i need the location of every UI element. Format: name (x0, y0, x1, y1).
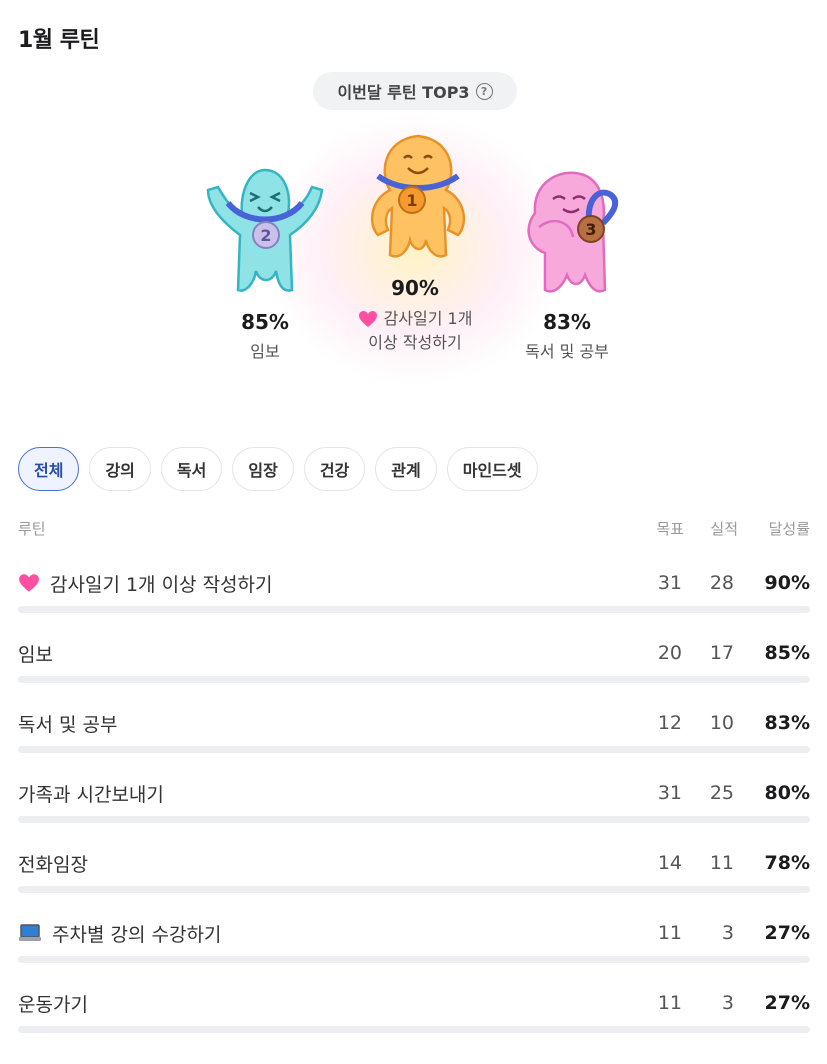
row-divider (18, 606, 810, 613)
routine-goal: 14 (657, 852, 682, 874)
routine-rate: 80% (764, 782, 810, 804)
routine-goal: 31 (657, 572, 682, 594)
second-place-mascot: 2 (206, 168, 324, 292)
routine-goal: 11 (657, 992, 682, 1014)
tab-relationship[interactable]: 관계 (375, 447, 437, 491)
routine-actual: 25 (709, 782, 734, 804)
routine-name-text: 가족과 시간보내기 (18, 783, 164, 806)
routine-actual: 28 (709, 572, 734, 594)
routine-rate: 27% (764, 922, 810, 944)
header-routine: 루틴 (18, 520, 46, 538)
routine-name: 임보 (18, 638, 53, 668)
row-divider (18, 816, 810, 823)
routine-name: 전화임장 (18, 848, 88, 878)
routine-goal: 12 (657, 712, 682, 734)
heart-icon (358, 311, 377, 327)
routine-goal: 20 (657, 642, 682, 664)
first-place-name-line2: 이상 작성하기 (368, 333, 462, 352)
table-row[interactable]: 감사일기 1개 이상 작성하기 31 28 90% (18, 568, 810, 628)
tab-all[interactable]: 전체 (18, 447, 80, 491)
table-row[interactable]: 운동가기 11 3 27% (18, 988, 810, 1048)
tab-mindset[interactable]: 마인드셋 (446, 447, 538, 491)
third-rank-badge: 3 (585, 220, 596, 239)
top3-label: 이번달 루틴 TOP3 (337, 83, 470, 102)
routine-name-text: 주차별 강의 수강하기 (52, 923, 222, 946)
tab-site-visit[interactable]: 임장 (232, 447, 294, 491)
table-row[interactable]: 독서 및 공부 12 10 83% (18, 708, 810, 768)
table-row[interactable]: 임보 20 17 85% (18, 638, 810, 698)
table-row[interactable]: 전화임장 14 11 78% (18, 848, 810, 908)
category-tabs: 전체 강의 독서 임장 건강 관계 마인드셋 (18, 447, 538, 491)
table-row[interactable]: 가족과 시간보내기 31 25 80% (18, 778, 810, 838)
tab-health[interactable]: 건강 (303, 447, 366, 491)
header-goal: 목표 (656, 520, 684, 538)
routine-goal: 11 (657, 922, 682, 944)
routine-actual: 10 (709, 712, 734, 734)
routine-name: 독서 및 공부 (18, 708, 117, 738)
header-actual: 실적 (710, 520, 738, 538)
tab-reading[interactable]: 독서 (160, 447, 223, 491)
first-place-mascot: 1 (370, 134, 466, 258)
heart-icon (18, 573, 40, 593)
third-place-percent: 83% (543, 310, 591, 334)
row-divider (18, 676, 810, 683)
second-place-name: 임보 (250, 342, 280, 361)
routine-actual: 3 (721, 922, 734, 944)
second-place-percent: 85% (241, 310, 289, 334)
routine-name: 주차별 강의 수강하기 (18, 918, 221, 948)
routine-rate: 90% (764, 572, 810, 594)
routine-actual: 11 (709, 852, 734, 874)
routine-rate: 85% (764, 642, 810, 664)
first-place-percent: 90% (391, 276, 439, 300)
row-divider (18, 1026, 810, 1033)
routine-name-text: 전화임장 (18, 853, 88, 876)
first-place-name-line1: 감사일기 1개 (383, 309, 473, 328)
help-icon[interactable]: ? (475, 82, 493, 100)
third-place-mascot: 3 (527, 171, 619, 293)
table-row[interactable]: 주차별 강의 수강하기 11 3 27% (18, 918, 810, 978)
tab-lecture[interactable]: 강의 (89, 447, 151, 491)
routine-name-text: 운동가기 (18, 993, 88, 1016)
routine-name: 감사일기 1개 이상 작성하기 (18, 568, 273, 598)
page-title: 1월 루틴 (18, 28, 100, 53)
routine-name-text: 감사일기 1개 이상 작성하기 (50, 573, 273, 596)
row-divider (18, 956, 810, 963)
routine-goal: 31 (657, 782, 682, 804)
table-header: 루틴 목표 실적 달성률 (18, 518, 810, 542)
routine-actual: 17 (709, 642, 734, 664)
top3-pill[interactable]: 이번달 루틴 TOP3 ? (313, 72, 517, 110)
routine-name-text: 독서 및 공부 (18, 713, 118, 736)
header-rate: 달성률 (768, 520, 810, 538)
routine-name: 운동가기 (18, 988, 88, 1018)
first-place-name: 감사일기 1개 이상 작성하기 (330, 307, 500, 355)
row-divider (18, 886, 810, 893)
third-place-name: 독서 및 공부 (525, 342, 609, 361)
laptop-icon (18, 923, 42, 943)
routine-actual: 3 (721, 992, 734, 1014)
routine-rate: 27% (764, 992, 810, 1014)
first-rank-badge: 1 (406, 191, 417, 210)
routine-rate: 78% (764, 852, 810, 874)
routine-name-text: 임보 (18, 643, 53, 666)
second-rank-badge: 2 (260, 226, 271, 245)
routine-rate: 83% (764, 712, 810, 734)
row-divider (18, 746, 810, 753)
routine-name: 가족과 시간보내기 (18, 778, 164, 808)
